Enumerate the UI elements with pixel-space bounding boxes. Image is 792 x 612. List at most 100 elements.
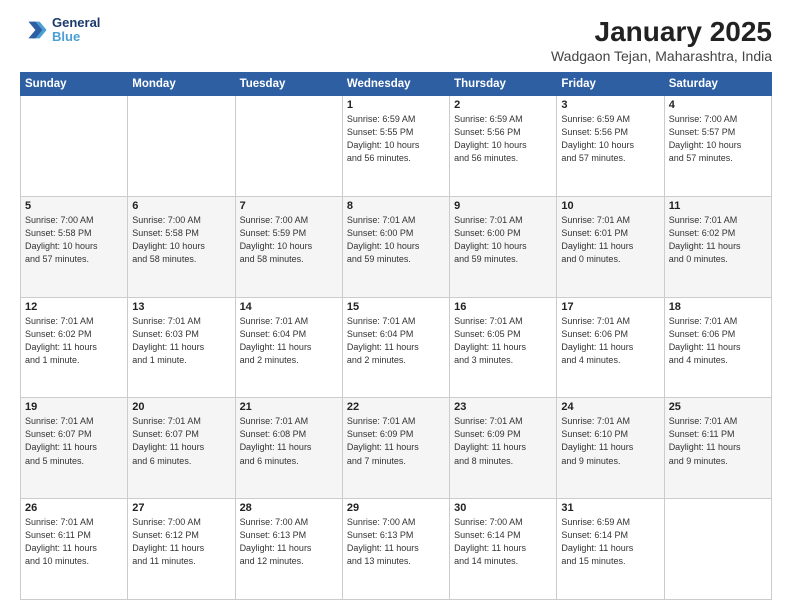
day-number: 4 [669,99,767,111]
table-cell: 21 Sunrise: 7:01 AM Sunset: 6:08 PM Dayli… [235,398,342,499]
weekday-header-row: Sunday Monday Tuesday Wednesday Thursday… [21,73,772,96]
table-cell: 14Sunrise: 7:01 AM Sunset: 6:04 PM Dayli… [235,297,342,398]
day-number: 15 [347,301,445,313]
day-info: Sunrise: 6:59 AM Sunset: 5:56 PM Dayligh… [454,113,552,165]
table-cell: 13 Sunrise: 7:01 AM Sunset: 6:03 PM Dayli… [128,297,235,398]
day-info: Sunrise: 6:59 AM Sunset: 5:55 PM Dayligh… [347,113,445,165]
table-cell: 28 Sunrise: 7:00 AM Sunset: 6:13 PM Dayli… [235,499,342,600]
day-number: 10 [561,200,659,212]
table-cell: 12 Sunrise: 7:01 AM Sunset: 6:02 PM Dayli… [21,297,128,398]
table-cell: 27 Sunrise: 7:00 AM Sunset: 6:12 PM Dayli… [128,499,235,600]
day-number: 5 [25,200,123,212]
table-cell: 7 Sunrise: 7:00 AM Sunset: 5:59 PM Daylig… [235,196,342,297]
title-area: January 2025 Wadgaon Tejan, Maharashtra,… [551,16,772,64]
header-monday: Monday [128,73,235,96]
day-info: Sunrise: 7:00 AM Sunset: 5:57 PM Dayligh… [669,113,767,165]
day-number: 6 [132,200,230,212]
day-number: 20 [132,401,230,413]
table-cell: 22Sunrise: 7:01 AM Sunset: 6:09 PM Dayli… [342,398,449,499]
table-cell: 16 Sunrise: 7:01 AM Sunset: 6:05 PM Dayli… [450,297,557,398]
day-number: 23 [454,401,552,413]
day-number: 2 [454,99,552,111]
day-info: Sunrise: 7:00 AM Sunset: 6:13 PM Dayligh… [240,516,338,568]
day-number: 13 [132,301,230,313]
day-info: Sunrise: 7:01 AM Sunset: 6:05 PM Dayligh… [454,315,552,367]
table-cell: 26Sunrise: 7:01 AM Sunset: 6:11 PM Dayli… [21,499,128,600]
logo-line2: Blue [52,30,100,44]
calendar-title: January 2025 [551,16,772,48]
day-number: 3 [561,99,659,111]
day-number: 18 [669,301,767,313]
day-info: Sunrise: 7:01 AM Sunset: 6:02 PM Dayligh… [669,214,767,266]
table-cell: 24Sunrise: 7:01 AM Sunset: 6:10 PM Dayli… [557,398,664,499]
day-info: Sunrise: 7:01 AM Sunset: 6:09 PM Dayligh… [454,415,552,467]
day-number: 24 [561,401,659,413]
logo-line1: General [52,16,100,30]
day-info: Sunrise: 7:00 AM Sunset: 6:12 PM Dayligh… [132,516,230,568]
table-cell [128,96,235,197]
day-number: 12 [25,301,123,313]
table-cell: 5Sunrise: 7:00 AM Sunset: 5:58 PM Daylig… [21,196,128,297]
table-cell: 23 Sunrise: 7:01 AM Sunset: 6:09 PM Dayli… [450,398,557,499]
day-info: Sunrise: 7:01 AM Sunset: 6:07 PM Dayligh… [25,415,123,467]
header-sunday: Sunday [21,73,128,96]
day-number: 31 [561,502,659,514]
table-cell: 30Sunrise: 7:00 AM Sunset: 6:14 PM Dayli… [450,499,557,600]
day-number: 11 [669,200,767,212]
table-cell: 1 Sunrise: 6:59 AM Sunset: 5:55 PM Daylig… [342,96,449,197]
table-cell: 31Sunrise: 6:59 AM Sunset: 6:14 PM Dayli… [557,499,664,600]
day-info: Sunrise: 6:59 AM Sunset: 5:56 PM Dayligh… [561,113,659,165]
week-row-2: 12 Sunrise: 7:01 AM Sunset: 6:02 PM Dayli… [21,297,772,398]
table-cell: 6 Sunrise: 7:00 AM Sunset: 5:58 PM Daylig… [128,196,235,297]
day-number: 1 [347,99,445,111]
table-cell: 10Sunrise: 7:01 AM Sunset: 6:01 PM Dayli… [557,196,664,297]
day-number: 7 [240,200,338,212]
day-number: 27 [132,502,230,514]
table-cell [664,499,771,600]
table-cell: 2 Sunrise: 6:59 AM Sunset: 5:56 PM Daylig… [450,96,557,197]
table-cell: 29 Sunrise: 7:00 AM Sunset: 6:13 PM Dayli… [342,499,449,600]
day-info: Sunrise: 7:00 AM Sunset: 6:13 PM Dayligh… [347,516,445,568]
table-cell: 20Sunrise: 7:01 AM Sunset: 6:07 PM Dayli… [128,398,235,499]
table-cell: 11 Sunrise: 7:01 AM Sunset: 6:02 PM Dayli… [664,196,771,297]
logo-icon [20,16,48,44]
day-number: 25 [669,401,767,413]
day-info: Sunrise: 7:01 AM Sunset: 6:00 PM Dayligh… [347,214,445,266]
day-number: 22 [347,401,445,413]
day-number: 17 [561,301,659,313]
day-number: 29 [347,502,445,514]
calendar-table: Sunday Monday Tuesday Wednesday Thursday… [20,72,772,600]
table-cell: 17 Sunrise: 7:01 AM Sunset: 6:06 PM Dayli… [557,297,664,398]
table-cell [235,96,342,197]
header-friday: Friday [557,73,664,96]
table-cell: 4 Sunrise: 7:00 AM Sunset: 5:57 PM Daylig… [664,96,771,197]
table-cell: 8Sunrise: 7:01 AM Sunset: 6:00 PM Daylig… [342,196,449,297]
day-number: 30 [454,502,552,514]
table-cell: 25Sunrise: 7:01 AM Sunset: 6:11 PM Dayli… [664,398,771,499]
day-number: 21 [240,401,338,413]
table-cell: 3 Sunrise: 6:59 AM Sunset: 5:56 PM Daylig… [557,96,664,197]
logo-area: General Blue [20,16,100,45]
day-info: Sunrise: 7:00 AM Sunset: 5:59 PM Dayligh… [240,214,338,266]
calendar-subtitle: Wadgaon Tejan, Maharashtra, India [551,48,772,64]
logo-text: General Blue [52,16,100,45]
week-row-0: 1 Sunrise: 6:59 AM Sunset: 5:55 PM Daylig… [21,96,772,197]
day-number: 16 [454,301,552,313]
day-number: 14 [240,301,338,313]
day-number: 28 [240,502,338,514]
table-cell: 15Sunrise: 7:01 AM Sunset: 6:04 PM Dayli… [342,297,449,398]
header-thursday: Thursday [450,73,557,96]
day-number: 19 [25,401,123,413]
day-number: 9 [454,200,552,212]
day-info: Sunrise: 7:01 AM Sunset: 6:06 PM Dayligh… [669,315,767,367]
day-info: Sunrise: 7:01 AM Sunset: 6:06 PM Dayligh… [561,315,659,367]
table-cell [21,96,128,197]
day-info: Sunrise: 7:01 AM Sunset: 6:02 PM Dayligh… [25,315,123,367]
day-number: 26 [25,502,123,514]
table-cell: 18 Sunrise: 7:01 AM Sunset: 6:06 PM Dayli… [664,297,771,398]
day-info: Sunrise: 7:01 AM Sunset: 6:08 PM Dayligh… [240,415,338,467]
week-row-4: 26Sunrise: 7:01 AM Sunset: 6:11 PM Dayli… [21,499,772,600]
table-cell: 19 Sunrise: 7:01 AM Sunset: 6:07 PM Dayli… [21,398,128,499]
day-info: Sunrise: 7:00 AM Sunset: 5:58 PM Dayligh… [132,214,230,266]
day-info: Sunrise: 7:01 AM Sunset: 6:03 PM Dayligh… [132,315,230,367]
